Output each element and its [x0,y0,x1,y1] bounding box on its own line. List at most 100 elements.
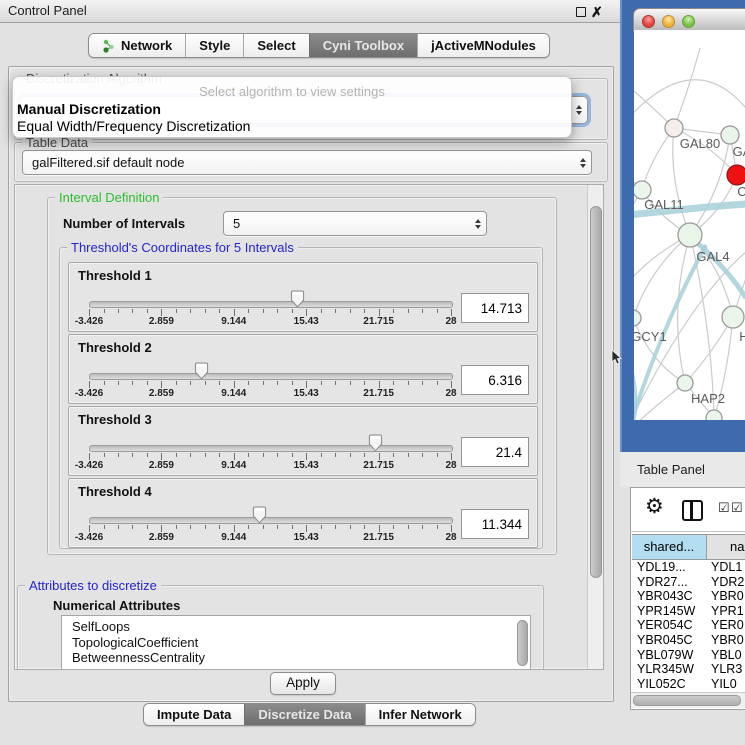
threshold-2-slider-thumb[interactable] [194,362,209,380]
checkbox-checked-icon[interactable]: ☑ [718,500,730,516]
cell-name: YBR0 [711,589,744,603]
traffic-light-close-icon[interactable] [642,15,655,28]
threshold-2-value-field[interactable] [461,365,529,395]
tab-jactivemnodules[interactable]: jActiveMNodules [417,34,549,57]
numerical-attributes-label: Numerical Attributes [53,598,180,613]
network-edge [690,235,733,317]
network-node-gal4[interactable] [678,223,702,247]
number-of-intervals-spinner[interactable]: 5 [223,211,487,236]
settings-scroll-panel: Interval Definition Number of Intervals … [14,184,604,670]
network-node-ga[interactable] [721,126,739,144]
threshold-4-slider-track[interactable] [89,517,453,524]
popup-option-manual-discretization[interactable]: Manual Discretization [17,101,161,117]
table-row[interactable]: YLR345W YLR3 [632,662,745,677]
spinner-arrows-icon[interactable] [470,219,486,229]
network-edge [678,235,690,383]
network-node-hap2[interactable] [677,375,693,391]
tab-network[interactable]: Network [89,34,185,57]
table-row[interactable]: YBR045CYBR0 [632,633,745,648]
combo-arrows-icon[interactable] [575,158,591,168]
mouse-cursor-icon [611,350,622,366]
table-data-select[interactable]: galFiltered.sif default node [22,150,592,175]
number-of-intervals-value: 5 [224,216,470,231]
column-header-name[interactable]: na [707,534,745,560]
threshold-3-value-field[interactable] [461,437,529,467]
threshold-1-value-field[interactable] [461,293,529,323]
table-row[interactable]: YDL19...YDL1 [632,560,745,575]
combo-arrows-icon[interactable] [571,105,587,115]
attribute-item-selfloops[interactable]: SelfLoops [62,619,530,635]
tick-label: 9.144 [221,388,246,399]
table-row[interactable]: YER054CYER0 [632,618,745,633]
apply-button[interactable]: Apply [270,672,336,695]
threshold-1-slider-thumb[interactable] [290,290,305,308]
table-row[interactable]: YBL079WYBL0 [632,648,745,663]
network-node-c[interactable] [727,165,745,185]
close-icon[interactable]: ✗ [591,1,603,23]
tick-label: 15.43 [294,316,319,327]
threshold-2-slider-track[interactable] [89,373,453,380]
table-hscrollbar-track[interactable] [631,692,745,708]
column-header-shared-name[interactable]: shared... [632,534,707,560]
tick-label: 15.43 [294,532,319,543]
cell-shared-name: YBR045C [637,633,707,647]
tab-select[interactable]: Select [243,34,308,57]
tab-label: Impute Data [157,707,231,722]
panel-scrollbar-thumb[interactable] [590,206,602,578]
threshold-3-slider-thumb[interactable] [368,434,383,452]
tick-label: 9.144 [221,460,246,471]
panel-scrollbar-track[interactable] [587,185,603,669]
table-row[interactable]: YDR27...YDR2 [632,575,745,590]
network-node-label: C [737,184,745,199]
traffic-light-minimize-icon[interactable] [662,15,675,28]
network-canvas[interactable]: GAL80GACGAL11GAL4GCY1HHAP2 [634,30,745,420]
tick-label: -3.426 [75,460,103,471]
threshold-label: Threshold 4 [78,484,152,499]
tab-style[interactable]: Style [185,34,243,57]
network-node-gcy1[interactable] [634,310,641,326]
table-row[interactable]: YIL052CYIL0 [632,677,745,691]
network-node-label: GA [733,144,745,159]
gear-icon[interactable]: ⚙ [645,494,664,519]
float-window-icon[interactable] [576,7,586,17]
table-hscrollbar-thumb[interactable] [633,695,741,706]
cell-shared-name: YLR345W [637,662,707,676]
network-node-label: H [739,329,745,344]
cell-shared-name: YBL079W [637,648,707,662]
tab-cyni-toolbox[interactable]: Cyni Toolbox [309,34,417,57]
network-node-label: GCY1 [634,329,667,344]
algorithm-dropdown-popup: Select algorithm to view settings Manual… [12,76,572,138]
tab-infer-network[interactable]: Infer Network [365,704,475,725]
tab-impute-data[interactable]: Impute Data [144,704,244,725]
table-panel-titlebar: Table Panel [620,452,745,487]
tab-label: Infer Network [379,707,462,722]
split-columns-icon[interactable] [682,500,703,521]
threshold-4-slider-thumb[interactable] [252,506,267,524]
top-tab-bar: NetworkStyleSelectCyni ToolboxjActiveMNo… [88,33,550,58]
threshold-4-value-field[interactable] [461,509,529,539]
cell-shared-name: YBR043C [637,589,707,603]
threshold-4-panel: Threshold 4-3.4262.8599.14415.4321.71528 [68,478,538,548]
attribute-item-topologicalcoefficient[interactable]: TopologicalCoefficient [62,635,530,651]
traffic-light-zoom-icon[interactable] [682,15,695,28]
network-edge [674,48,700,128]
threshold-1-slider-track[interactable] [89,301,453,308]
table-row[interactable]: YBR043C YBR0 [632,589,745,604]
network-node-h[interactable] [722,306,744,328]
attributes-list-scrollbar[interactable] [517,620,528,666]
threshold-3-slider-track[interactable] [89,445,453,452]
control-panel-titlebar: Control Panel ✗ [0,0,620,23]
table-row[interactable]: YPR145WYPR1 [632,604,745,619]
network-node-gal80[interactable] [665,119,683,137]
tab-label: Discretize Data [258,707,351,722]
checkbox-checked-icon[interactable]: ☑ [731,500,743,516]
tab-discretize-data[interactable]: Discretize Data [244,704,364,725]
network-node-label: HAP2 [691,391,725,406]
cell-shared-name: YDR27... [637,575,707,589]
popup-option-equal-width-frequency[interactable]: Equal Width/Frequency Discretization [17,118,250,134]
attribute-item-betweennesscentrality[interactable]: BetweennessCentrality [62,650,530,666]
cell-name: YLR3 [711,662,742,676]
tick-label: -3.426 [75,388,103,399]
network-node[interactable] [706,410,722,420]
numerical-attributes-list[interactable]: SelfLoopsTopologicalCoefficientBetweenne… [61,615,531,670]
